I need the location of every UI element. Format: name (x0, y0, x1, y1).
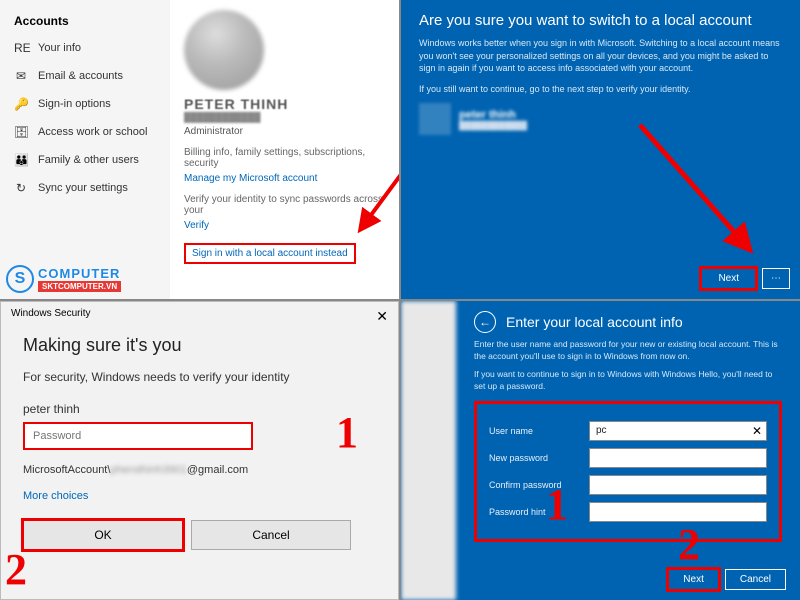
sidebar-item-family[interactable]: 👪 Family & other users (0, 146, 170, 174)
cancel-button[interactable]: Cancel (725, 569, 786, 590)
dialog-body-2: If you still want to continue, go to the… (419, 83, 782, 96)
sidebar-title: Accounts (0, 8, 170, 34)
logo-url: SKTCOMPUTER.VN (38, 281, 121, 292)
confirm-password-input[interactable] (589, 475, 767, 495)
sidebar-item-your-info[interactable]: RE Your info (0, 34, 170, 62)
sidebar-item-label: Access work or school (38, 126, 147, 138)
dialog-title: Are you sure you want to switch to a loc… (419, 12, 782, 29)
dialog-subtext: For security, Windows needs to verify yo… (23, 370, 376, 384)
key-icon: 🔑 (14, 97, 28, 111)
switch-local-confirm-panel: Are you sure you want to switch to a loc… (401, 0, 800, 299)
user-role: Administrator (184, 126, 385, 137)
user-name: peter thinh (459, 109, 527, 121)
username-label: User name (489, 426, 579, 436)
sidebar-item-label: Your info (38, 42, 81, 54)
user-email: ████████████ (459, 121, 527, 130)
verify-link[interactable]: Verify (184, 220, 385, 231)
settings-main: PETER THINH ████████████ Administrator B… (170, 0, 399, 299)
user-email: ████████████ (184, 112, 385, 122)
logo-badge-icon: S (6, 265, 34, 293)
background-blur (401, 301, 456, 600)
sidebar-item-label: Email & accounts (38, 70, 123, 82)
sign-in-local-link[interactable]: Sign in with a local account instead (184, 243, 356, 264)
new-password-input[interactable] (589, 448, 767, 468)
form-highlight: User name pc✕ New password Confirm passw… (474, 401, 782, 542)
annotation-number-1: 1 (336, 407, 358, 458)
sidebar-item-label: Sync your settings (38, 182, 128, 194)
dialog-desc-2: If you want to continue to sign in to Wi… (474, 369, 782, 393)
mail-icon: ✉ (14, 69, 28, 83)
watermark-logo: S COMPUTER SKTCOMPUTER.VN (6, 265, 121, 293)
dialog-title: Enter your local account info (506, 314, 683, 330)
cancel-button[interactable]: ⋯ (762, 268, 790, 289)
dialog-heading: Making sure it's you (23, 335, 376, 356)
manage-account-link[interactable]: Manage my Microsoft account (184, 173, 385, 184)
new-password-label: New password (489, 453, 579, 463)
arrow-left-icon: ← (479, 315, 491, 329)
more-choices-link[interactable]: More choices (23, 490, 376, 502)
dialog-body: Windows works better when you sign in wi… (419, 37, 782, 75)
sidebar-item-signin[interactable]: 🔑 Sign-in options (0, 90, 170, 118)
next-button[interactable]: Next (668, 569, 719, 590)
cancel-button[interactable]: Cancel (191, 520, 351, 550)
sidebar-item-work-school[interactable]: 🗄 Access work or school (0, 118, 170, 146)
close-icon[interactable]: ✕ (376, 308, 388, 325)
family-icon: 👪 (14, 153, 28, 167)
sync-icon: ↻ (14, 181, 28, 195)
settings-accounts-panel: Accounts RE Your info ✉ Email & accounts 🔑… (0, 0, 399, 299)
annotation-number-1: 1 (546, 479, 568, 530)
settings-sidebar: Accounts RE Your info ✉ Email & accounts 🔑… (0, 0, 170, 299)
annotation-number-2: 2 (678, 519, 700, 570)
dialog-desc-1: Enter the user name and password for you… (474, 339, 782, 363)
account-line: MicrosoftAccount\pherothinh3901@gmail.co… (23, 464, 376, 476)
billing-line: Billing info, family settings, subscript… (184, 147, 385, 169)
logo-text: COMPUTER (38, 266, 121, 281)
windows-security-dialog: Windows Security ✕ Making sure it's you … (0, 301, 399, 600)
username-input[interactable]: pc✕ (589, 421, 767, 441)
briefcase-icon: 🗄 (14, 125, 28, 139)
back-button[interactable]: ← (474, 311, 496, 333)
dialog-buttons: OK Cancel (23, 520, 376, 550)
sidebar-item-email[interactable]: ✉ Email & accounts (0, 62, 170, 90)
next-button[interactable]: Next (701, 268, 756, 289)
person-icon: RE (14, 41, 28, 55)
ok-button[interactable]: OK (23, 520, 183, 550)
dialog-titlebar: Windows Security ✕ (1, 302, 398, 331)
user-name: PETER THINH (184, 96, 385, 112)
dialog-buttons: Next Cancel (668, 569, 786, 590)
local-account-info-panel: ← Enter your local account info Enter th… (401, 301, 800, 600)
verify-line: Verify your identity to sync passwords a… (184, 194, 385, 216)
username-label: peter thinh (23, 402, 376, 416)
annotation-number-2: 2 (5, 544, 27, 595)
sidebar-item-sync[interactable]: ↻ Sync your settings (0, 174, 170, 202)
user-tile: peter thinh ████████████ (419, 103, 782, 135)
clear-icon[interactable]: ✕ (752, 424, 762, 438)
titlebar-text: Windows Security (11, 308, 90, 325)
arrow-annotation-icon (630, 120, 770, 260)
sidebar-item-label: Sign-in options (38, 98, 111, 110)
sidebar-item-label: Family & other users (38, 154, 139, 166)
dialog-buttons: Next ⋯ (701, 268, 790, 289)
avatar (184, 10, 264, 90)
avatar (419, 103, 451, 135)
password-input[interactable] (23, 422, 253, 450)
